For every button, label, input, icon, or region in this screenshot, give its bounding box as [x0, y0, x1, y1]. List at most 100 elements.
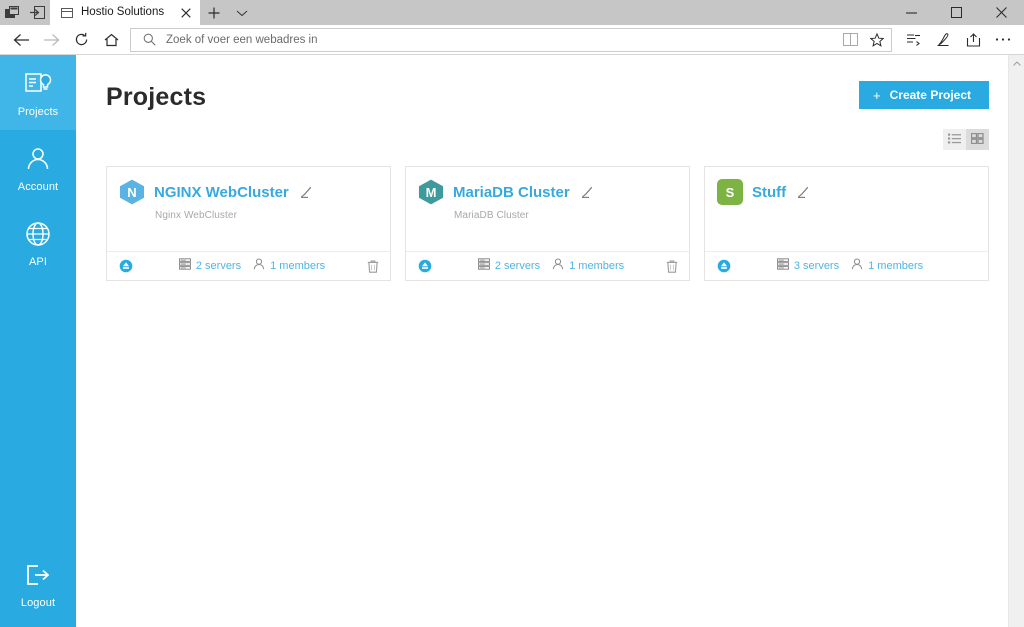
servers-count: 3 servers [793, 260, 840, 272]
sidebar-label-api: API [28, 256, 48, 268]
view-toggle-group [106, 129, 989, 150]
home-icon[interactable] [96, 26, 126, 54]
tab-favicon-icon [60, 6, 74, 20]
trash-icon[interactable] [367, 260, 379, 273]
project-card-body: M MariaDB Cluster MariaDB Cluster [406, 167, 689, 251]
servers-stat[interactable]: 2 servers [178, 257, 241, 275]
project-avatar-initial: S [725, 184, 735, 200]
favorite-star-icon[interactable] [867, 30, 887, 50]
browser-titlebar: Hostio Solutions [0, 0, 1024, 25]
project-description: MariaDB Cluster [454, 210, 529, 221]
maximize-button[interactable] [934, 0, 979, 25]
back-icon[interactable] [6, 26, 36, 54]
project-card-body: N NGINX WebCluster Nginx WebCluster [107, 167, 390, 251]
server-stack-icon [776, 257, 789, 275]
server-stack-icon [178, 257, 191, 275]
sidebar-item-projects[interactable]: Projects [0, 55, 76, 130]
list-view-button[interactable] [943, 129, 966, 150]
search-icon [139, 30, 159, 50]
sidebar-item-account[interactable]: Account [0, 130, 76, 205]
members-stat[interactable]: 1 members [851, 257, 923, 275]
project-card-header: M MariaDB Cluster [418, 179, 677, 205]
project-card-header: N NGINX WebCluster [119, 179, 378, 205]
page-header: Projects + Create Project [106, 81, 1010, 110]
project-avatar-initial: M [425, 184, 437, 200]
members-count: 1 members [868, 260, 924, 272]
members-count: 1 members [569, 260, 625, 272]
close-window-button[interactable] [979, 0, 1024, 25]
servers-stat[interactable]: 3 servers [776, 257, 840, 275]
refresh-icon[interactable] [66, 26, 96, 54]
edit-pencil-icon[interactable] [299, 186, 312, 199]
trash-icon[interactable] [666, 260, 678, 273]
members-stat[interactable]: 1 members [253, 257, 325, 275]
project-card-footer: 2 servers 1 members [406, 251, 689, 280]
servers-stat[interactable]: 2 servers [477, 257, 541, 275]
reading-view-icon[interactable] [840, 30, 860, 50]
create-project-label: Create Project [889, 88, 971, 102]
deploy-status-icon[interactable] [717, 259, 731, 273]
project-avatar: S [717, 179, 743, 205]
project-card-header: S Stuff [717, 179, 976, 205]
projects-grid: N NGINX WebCluster Nginx WebCluster 2 se… [106, 166, 1010, 281]
user-icon [552, 257, 564, 275]
project-name-link[interactable]: NGINX WebCluster [154, 184, 289, 201]
grid-view-button[interactable] [966, 129, 989, 150]
project-avatar: N [119, 179, 145, 205]
servers-count: 2 servers [494, 260, 541, 272]
account-icon [23, 144, 53, 174]
list-view-icon [948, 131, 961, 149]
projects-icon [23, 69, 53, 99]
sidebar-item-api[interactable]: API [0, 205, 76, 280]
edit-pencil-icon[interactable] [580, 186, 593, 199]
create-project-button[interactable]: + Create Project [859, 81, 989, 109]
project-card[interactable]: N NGINX WebCluster Nginx WebCluster 2 se… [106, 166, 391, 281]
app-sidebar: Projects Account API Logout [0, 55, 76, 627]
browser-window: Hostio Solutions Zoek of voer een webadr… [0, 0, 1024, 627]
content-inner: Projects + Create Project N NGINX WebClu… [76, 55, 1010, 281]
minimize-button[interactable] [889, 0, 934, 25]
project-card-actions [664, 260, 678, 273]
logout-icon [23, 560, 53, 590]
set-tabs-aside-icon[interactable] [25, 0, 50, 25]
show-set-aside-tabs-icon[interactable] [0, 0, 25, 25]
project-card[interactable]: S Stuff 3 servers 1 members [704, 166, 989, 281]
close-tab-icon[interactable] [178, 5, 194, 21]
deploy-status-icon[interactable] [418, 259, 432, 273]
share-icon[interactable] [958, 26, 988, 54]
project-card[interactable]: M MariaDB Cluster MariaDB Cluster 2 serv… [405, 166, 690, 281]
page-title: Projects [106, 83, 207, 111]
members-count: 1 members [270, 260, 326, 272]
hub-icon[interactable] [898, 26, 928, 54]
project-stats: 2 servers 1 members [133, 257, 365, 275]
sidebar-label-logout: Logout [20, 597, 56, 609]
user-icon [851, 257, 863, 275]
main-content: Projects + Create Project N NGINX WebClu… [76, 55, 1024, 627]
window-controls [889, 0, 1024, 25]
address-bar[interactable]: Zoek of voer een webadres in [130, 27, 892, 52]
forward-icon [36, 26, 66, 54]
project-avatar-initial: N [127, 184, 137, 200]
sidebar-item-logout[interactable]: Logout [0, 546, 76, 627]
scrollbar-track[interactable] [1009, 72, 1024, 627]
project-card-body: S Stuff [705, 167, 988, 251]
deploy-status-icon[interactable] [119, 259, 133, 273]
page-scrollbar[interactable] [1008, 55, 1024, 627]
tab-options-chevron-down-icon[interactable] [228, 0, 256, 25]
more-options-icon[interactable] [988, 26, 1018, 54]
navbar-right-icons [898, 26, 1018, 54]
project-name-link[interactable]: Stuff [752, 184, 786, 201]
edit-pencil-icon[interactable] [796, 186, 809, 199]
sidebar-label-projects: Projects [17, 106, 59, 118]
members-stat[interactable]: 1 members [552, 257, 624, 275]
project-card-actions [365, 260, 379, 273]
project-name-link[interactable]: MariaDB Cluster [453, 184, 570, 201]
scroll-up-arrow-icon[interactable] [1009, 55, 1024, 72]
browser-tab[interactable]: Hostio Solutions [50, 0, 200, 25]
api-icon [23, 219, 53, 249]
address-input-placeholder[interactable]: Zoek of voer een webadres in [166, 34, 833, 46]
new-tab-button[interactable] [200, 0, 228, 25]
web-note-pen-icon[interactable] [928, 26, 958, 54]
user-icon [253, 257, 265, 275]
